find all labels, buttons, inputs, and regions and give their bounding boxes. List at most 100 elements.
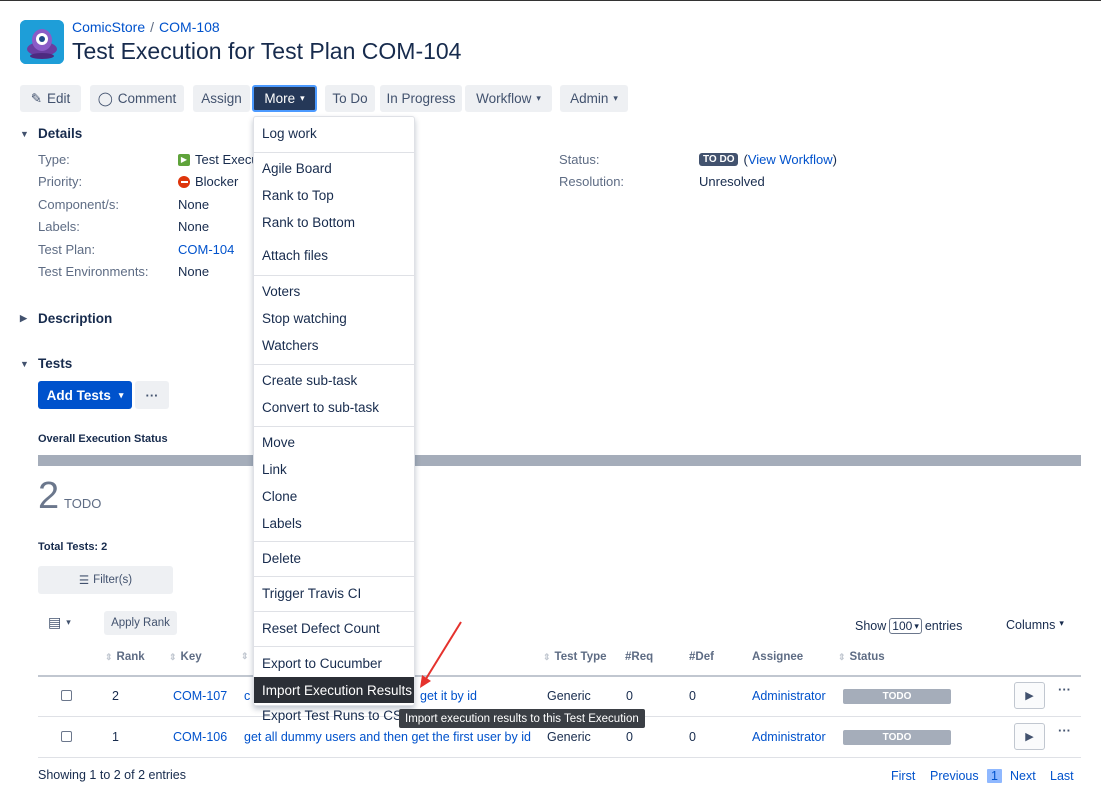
menu-item-export-test-runs-to-csv[interactable]: Export Test Runs to CSV [262, 708, 411, 723]
menu-item-rank-to-top[interactable]: Rank to Top [254, 182, 414, 208]
menu-item-reset-defect-count[interactable]: Reset Defect Count [254, 615, 414, 641]
pagination-first[interactable]: First [891, 769, 915, 783]
play-icon: ▶ [1025, 731, 1034, 743]
pagination-next[interactable]: Next [1010, 769, 1036, 783]
menu-item-log-work[interactable]: Log work [254, 120, 414, 146]
status-lozenge: TO DO [699, 153, 739, 166]
breadcrumb-project[interactable]: ComicStore [72, 19, 145, 35]
menu-item-watchers[interactable]: Watchers [254, 332, 414, 358]
menu-item-rank-to-bottom[interactable]: Rank to Bottom [254, 209, 414, 235]
row-key-link[interactable]: COM-106 [173, 730, 227, 744]
row-actions-icon[interactable]: ··· [1058, 682, 1071, 697]
assign-button[interactable]: Assign [193, 85, 250, 112]
row-rank: 1 [112, 730, 119, 744]
overall-execution-status-title: Overall Execution Status [38, 433, 168, 445]
row-summary-start[interactable]: c [244, 689, 250, 703]
menu-item-agile-board[interactable]: Agile Board [254, 155, 414, 181]
admin-label: Admin [570, 91, 609, 106]
test-environments-value: None [178, 264, 210, 279]
bulk-actions-dropdown[interactable]: ▤ ▾ [48, 614, 71, 631]
comment-button[interactable]: ◯ Comment [90, 85, 184, 112]
type-value: ▶ Test Execu [178, 152, 259, 167]
column-header-key[interactable]: ⇕ Key [169, 651, 202, 663]
workflow-button[interactable]: Workflow ▾ [465, 85, 552, 112]
menu-divider [254, 611, 414, 612]
test-plan-label: Test Plan: [38, 242, 96, 257]
chevron-down-icon: ▾ [66, 617, 71, 627]
column-header-assignee[interactable]: Assignee [752, 651, 803, 663]
type-label: Type: [38, 152, 70, 167]
assign-label: Assign [201, 91, 242, 106]
pagination-current-page[interactable]: 1 [987, 769, 1002, 783]
row-key-link[interactable]: COM-107 [173, 689, 227, 703]
admin-button[interactable]: Admin ▾ [560, 85, 628, 112]
menu-item-export-to-cucumber[interactable]: Export to Cucumber [254, 650, 414, 676]
components-value: None [178, 197, 210, 212]
entries-select[interactable]: 100 ▾ [889, 618, 922, 634]
menu-item-link[interactable]: Link [254, 456, 414, 482]
breadcrumb: ComicStore / COM-108 [72, 19, 220, 35]
details-heading[interactable]: ▼ Details [20, 126, 82, 141]
row-assignee-link[interactable]: Administrator [752, 689, 826, 703]
column-header-test-type[interactable]: ⇕ Test Type [543, 651, 607, 663]
menu-item-import-execution-results[interactable]: Import Execution Results [254, 677, 414, 703]
chevron-down-icon: ▼ [20, 128, 29, 139]
run-test-button[interactable]: ▶ [1014, 682, 1045, 709]
test-type-header-label: Test Type [554, 651, 607, 663]
menu-divider [254, 541, 414, 542]
description-heading[interactable]: ▶ Description [20, 311, 112, 326]
in-progress-button[interactable]: In Progress [380, 85, 462, 112]
row-req: 0 [626, 730, 633, 744]
comment-icon: ◯ [97, 90, 113, 106]
row-checkbox[interactable] [61, 731, 72, 742]
row-summary-link[interactable]: get all dummy users and then get the fir… [244, 730, 531, 744]
menu-item-stop-watching[interactable]: Stop watching [254, 305, 414, 331]
project-avatar[interactable] [20, 20, 64, 64]
more-button[interactable]: More ▾ [252, 85, 317, 112]
top-border [0, 0, 1101, 1]
more-dropdown-menu: Log work Agile Board Rank to Top Rank to… [253, 116, 415, 706]
menu-item-create-sub-task[interactable]: Create sub-task [254, 367, 414, 393]
row-assignee-link[interactable]: Administrator [752, 730, 826, 744]
column-header-rank[interactable]: ⇕ Rank [105, 651, 145, 663]
menu-item-voters[interactable]: Voters [254, 278, 414, 304]
edit-button[interactable]: ✎ Edit [20, 85, 81, 112]
row-test-type: Generic [547, 730, 591, 744]
column-header-req[interactable]: #Req [625, 651, 653, 663]
menu-item-convert-to-sub-task[interactable]: Convert to sub-task [254, 394, 414, 420]
apply-rank-button[interactable]: Apply Rank [104, 611, 177, 635]
menu-divider [254, 426, 414, 427]
view-workflow-link[interactable]: View Workflow [748, 152, 833, 167]
row-actions-icon[interactable]: ··· [1058, 723, 1071, 738]
priority-value: Blocker [178, 174, 238, 189]
filter-icon: ☰ [78, 575, 90, 587]
column-header-summary-sort[interactable]: ⇕ [241, 651, 249, 662]
column-header-status[interactable]: ⇕ Status [838, 651, 885, 663]
row-test-type: Generic [547, 689, 591, 703]
chevron-down-icon: ▼ [20, 358, 29, 369]
menu-item-attach-files[interactable]: Attach files [254, 242, 414, 268]
menu-divider [254, 364, 414, 365]
tests-heading[interactable]: ▼ Tests [20, 356, 72, 371]
filters-button[interactable]: ☰ Filter(s) [38, 566, 173, 594]
column-header-def[interactable]: #Def [689, 651, 714, 663]
row-checkbox[interactable] [61, 690, 72, 701]
run-test-button[interactable]: ▶ [1014, 723, 1045, 750]
add-tests-button[interactable]: Add Tests ▾ [38, 381, 132, 409]
todo-count: 2 [38, 475, 60, 517]
menu-item-labels[interactable]: Labels [254, 510, 414, 536]
pagination-previous[interactable]: Previous [930, 769, 979, 783]
test-plan-link[interactable]: COM-104 [178, 242, 234, 257]
add-tests-label: Add Tests [46, 387, 111, 403]
menu-item-move[interactable]: Move [254, 429, 414, 455]
tests-more-actions-button[interactable]: ··· [135, 381, 169, 409]
columns-button[interactable]: Columns ▾ [1006, 618, 1064, 632]
menu-item-delete[interactable]: Delete [254, 545, 414, 571]
columns-label: Columns [1006, 618, 1056, 632]
breadcrumb-issue[interactable]: COM-108 [159, 19, 220, 35]
menu-item-clone[interactable]: Clone [254, 483, 414, 509]
chevron-down-icon: ▾ [118, 389, 124, 400]
menu-item-trigger-travis-ci[interactable]: Trigger Travis CI [254, 580, 414, 606]
pagination-last[interactable]: Last [1050, 769, 1074, 783]
todo-transition-button[interactable]: To Do [325, 85, 375, 112]
